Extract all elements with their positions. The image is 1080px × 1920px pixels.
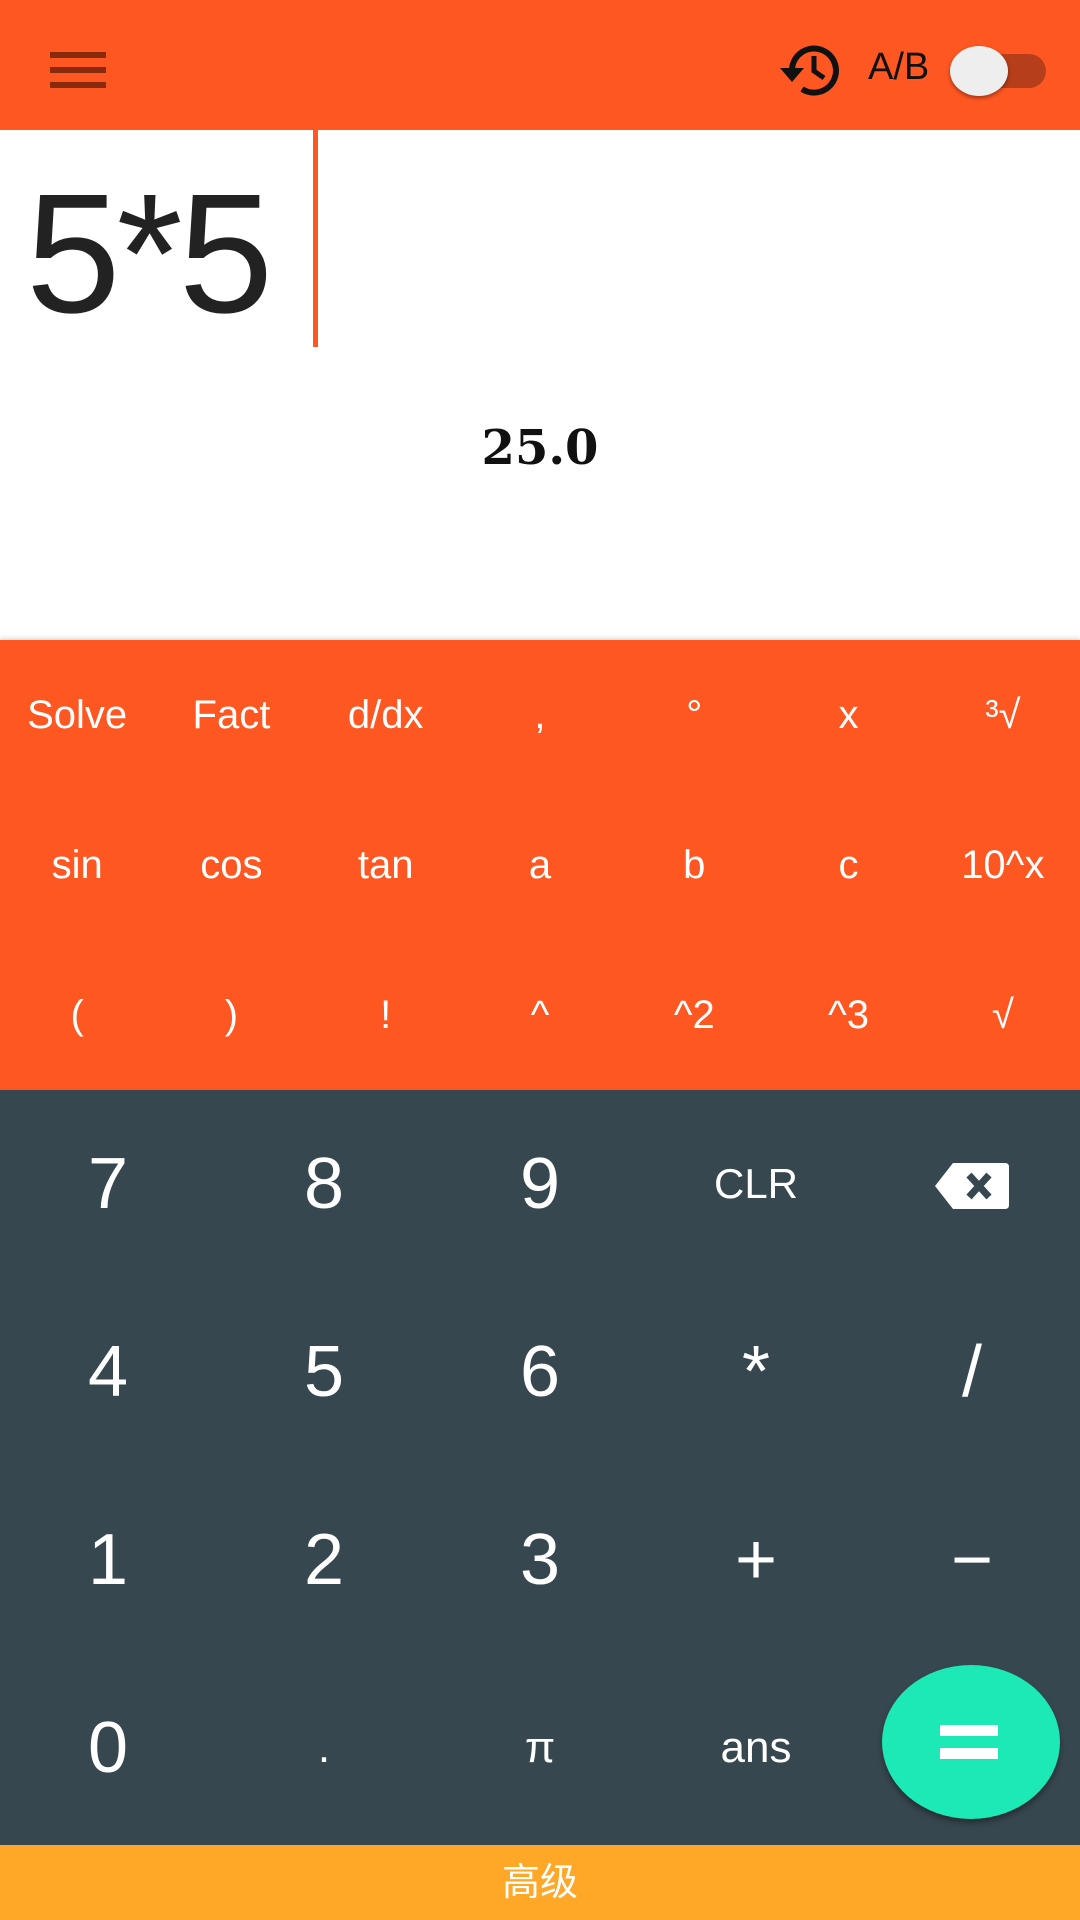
- num-row-2: 4 5 6 * /: [0, 1278, 1080, 1466]
- key-4[interactable]: 4: [0, 1278, 216, 1466]
- key-0[interactable]: 0: [0, 1654, 216, 1842]
- equals-bar-top: [940, 1725, 998, 1736]
- key-cube[interactable]: ^3: [771, 940, 925, 1090]
- history-icon[interactable]: [774, 40, 844, 100]
- key-7[interactable]: 7: [0, 1090, 216, 1278]
- toggle-thumb: [950, 46, 1008, 96]
- key-8[interactable]: 8: [216, 1090, 432, 1278]
- key-b[interactable]: b: [617, 790, 771, 940]
- key-factorial[interactable]: !: [309, 940, 463, 1090]
- key-6[interactable]: 6: [432, 1278, 648, 1466]
- key-sin[interactable]: sin: [0, 790, 154, 940]
- key-x[interactable]: x: [771, 640, 925, 790]
- ab-mode-label: A/B: [868, 46, 930, 88]
- sci-row-1: Solve Fact d/dx , ° x ³√: [0, 640, 1080, 790]
- key-clear[interactable]: CLR: [648, 1090, 864, 1278]
- key-solve[interactable]: Solve: [0, 640, 154, 790]
- key-sqrt[interactable]: √: [926, 940, 1080, 1090]
- key-decimal[interactable]: .: [216, 1654, 432, 1842]
- num-row-1: 7 8 9 CLR: [0, 1090, 1080, 1278]
- sci-row-2: sin cos tan a b c 10^x: [0, 790, 1080, 940]
- key-degree[interactable]: °: [617, 640, 771, 790]
- hamburger-menu-icon[interactable]: [50, 52, 108, 88]
- equals-bar-bottom: [940, 1748, 998, 1759]
- key-multiply[interactable]: *: [648, 1278, 864, 1466]
- backspace-icon[interactable]: [935, 1163, 1009, 1209]
- num-row-3: 1 2 3 + −: [0, 1466, 1080, 1654]
- sci-row-3: ( ) ! ^ ^2 ^3 √: [0, 940, 1080, 1090]
- text-cursor: [313, 130, 318, 347]
- key-cube-root[interactable]: ³√: [926, 640, 1080, 790]
- key-2[interactable]: 2: [216, 1466, 432, 1654]
- key-tan[interactable]: tan: [309, 790, 463, 940]
- app-bar: A/B: [0, 0, 1080, 130]
- key-plus[interactable]: +: [648, 1466, 864, 1654]
- key-a[interactable]: a: [463, 790, 617, 940]
- key-5[interactable]: 5: [216, 1278, 432, 1466]
- scientific-keypad: Solve Fact d/dx , ° x ³√ sin cos tan a b…: [0, 640, 1080, 1090]
- key-open-paren[interactable]: (: [0, 940, 154, 1090]
- expression-input[interactable]: 5*5: [26, 154, 273, 354]
- key-fact[interactable]: Fact: [154, 640, 308, 790]
- key-cos[interactable]: cos: [154, 790, 308, 940]
- key-9[interactable]: 9: [432, 1090, 648, 1278]
- key-divide[interactable]: /: [864, 1278, 1080, 1466]
- key-square[interactable]: ^2: [617, 940, 771, 1090]
- key-ten-power-x[interactable]: 10^x: [926, 790, 1080, 940]
- key-ans[interactable]: ans: [648, 1654, 864, 1842]
- key-close-paren[interactable]: ): [154, 940, 308, 1090]
- result-output: 25.0: [481, 420, 599, 476]
- key-derivative[interactable]: d/dx: [309, 640, 463, 790]
- key-1[interactable]: 1: [0, 1466, 216, 1654]
- advanced-button[interactable]: 高级: [0, 1845, 1080, 1920]
- key-c[interactable]: c: [771, 790, 925, 940]
- key-minus[interactable]: −: [864, 1466, 1080, 1654]
- key-pi[interactable]: π: [432, 1654, 648, 1842]
- display-area: 5*5 25.0: [0, 130, 1080, 640]
- key-comma[interactable]: ,: [463, 640, 617, 790]
- ab-mode-toggle[interactable]: [950, 46, 1046, 96]
- equals-button[interactable]: [882, 1665, 1060, 1819]
- key-3[interactable]: 3: [432, 1466, 648, 1654]
- key-power[interactable]: ^: [463, 940, 617, 1090]
